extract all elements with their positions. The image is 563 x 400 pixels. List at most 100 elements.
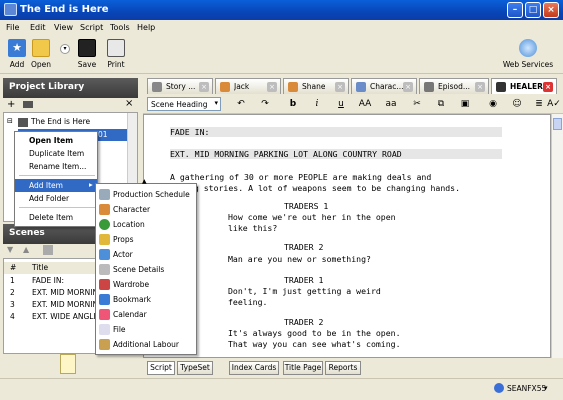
tab-episodes[interactable]: Episod... × bbox=[419, 78, 489, 94]
submenu-character[interactable]: Character bbox=[96, 202, 196, 217]
tab-title-page[interactable]: Title Page bbox=[283, 361, 323, 375]
tab-label: HEALER bbox=[510, 82, 543, 91]
col-title: Title bbox=[32, 263, 49, 272]
add-icon[interactable]: + bbox=[7, 99, 15, 110]
menu-file[interactable]: File bbox=[6, 23, 19, 32]
menu-tools[interactable]: Tools bbox=[110, 23, 130, 32]
maximize-button[interactable]: □ bbox=[525, 2, 541, 18]
move-down-icon[interactable]: ▼ bbox=[7, 245, 13, 254]
tab-healer[interactable]: HEALER × bbox=[491, 78, 557, 94]
submenu-scene-details[interactable]: Scene Details bbox=[96, 262, 196, 277]
tab-index-cards[interactable]: Index Cards bbox=[229, 361, 279, 375]
submenu-up-arrow-icon[interactable]: ▲ bbox=[142, 178, 147, 185]
submenu-production-schedule[interactable]: Production Schedule bbox=[96, 187, 196, 202]
editor-scrollbar[interactable] bbox=[551, 114, 563, 358]
transition-line: FADE IN: bbox=[170, 127, 502, 137]
scene-heading-line: EXT. MID MORNING PARKING LOT ALONG COUNT… bbox=[170, 149, 502, 159]
bold-button[interactable]: b bbox=[285, 97, 301, 111]
notes-button-icon[interactable]: ≣ bbox=[531, 97, 547, 111]
save-button[interactable]: Save bbox=[74, 39, 100, 69]
menu-duplicate-item[interactable]: Duplicate Item bbox=[15, 147, 97, 160]
tab-label: Charac... bbox=[370, 82, 404, 91]
tree-root[interactable]: ⊟ The End is Here bbox=[4, 116, 137, 128]
submenu-label: Props bbox=[113, 235, 134, 244]
element-style-select[interactable]: Scene Heading ▾ bbox=[147, 97, 221, 111]
add-label: Add bbox=[9, 60, 25, 69]
redo-button[interactable]: ↷ bbox=[257, 97, 273, 111]
submenu-bookmark[interactable]: Bookmark bbox=[96, 292, 196, 307]
tab-characters[interactable]: Charac... × bbox=[351, 78, 417, 94]
tab-typeset[interactable]: TypeSet bbox=[177, 361, 213, 375]
open-dropdown-icon[interactable]: ▾ bbox=[60, 44, 70, 54]
copy-icon[interactable]: ⧉ bbox=[433, 97, 449, 111]
submenu-additional-labour[interactable]: Additional Labour bbox=[96, 337, 196, 352]
open-button[interactable]: Open bbox=[28, 39, 54, 69]
submenu-label: Calendar bbox=[113, 310, 147, 319]
collapse-icon[interactable]: ⊟ bbox=[7, 117, 13, 125]
tab-story[interactable]: Story ... × bbox=[147, 78, 213, 94]
character-name: TRADER 1 bbox=[284, 275, 324, 285]
tab-reports[interactable]: Reports bbox=[325, 361, 361, 375]
spellcheck-icon[interactable]: A✓ bbox=[547, 97, 561, 111]
open-label: Open bbox=[30, 60, 52, 69]
menu-delete-item[interactable]: Delete Item bbox=[15, 211, 97, 224]
tab-jack[interactable]: Jack × bbox=[215, 78, 281, 94]
menu-add-folder[interactable]: Add Folder bbox=[15, 192, 97, 205]
character-name: TRADER 2 bbox=[284, 242, 324, 252]
script-editor[interactable]: FADE IN: EXT. MID MORNING PARKING LOT AL… bbox=[143, 114, 551, 358]
menu-help[interactable]: Help bbox=[137, 23, 155, 32]
tab-close-icon[interactable]: × bbox=[267, 82, 277, 92]
tree-root-label: The End is Here bbox=[31, 117, 91, 126]
folder-icon bbox=[32, 39, 50, 57]
underline-button[interactable]: u bbox=[333, 97, 349, 111]
tab-script[interactable]: Script bbox=[147, 361, 175, 375]
submenu-wardrobe[interactable]: Wardrobe bbox=[96, 277, 196, 292]
tab-shane[interactable]: Shane × bbox=[283, 78, 349, 94]
web-services-button[interactable]: Web Services bbox=[498, 39, 558, 69]
submenu-location[interactable]: Location bbox=[96, 217, 196, 232]
scrollbar-thumb[interactable] bbox=[553, 118, 562, 130]
script-icon bbox=[496, 82, 506, 92]
close-button[interactable]: × bbox=[543, 2, 559, 18]
chevron-down-icon: ▾ bbox=[214, 99, 218, 107]
user-name[interactable]: SEANFX55 bbox=[507, 384, 546, 393]
app-icon bbox=[4, 3, 17, 16]
submenu-calendar[interactable]: Calendar bbox=[96, 307, 196, 322]
lowercase-button[interactable]: aa bbox=[381, 97, 401, 111]
submenu-label: Actor bbox=[113, 250, 133, 259]
character-list-icon[interactable]: ☺ bbox=[509, 97, 525, 111]
tab-close-icon[interactable]: × bbox=[335, 82, 345, 92]
menu-edit[interactable]: Edit bbox=[30, 23, 46, 32]
paste-icon[interactable]: ▣ bbox=[457, 97, 473, 111]
menu-script[interactable]: Script bbox=[80, 23, 103, 32]
undo-button[interactable]: ↶ bbox=[233, 97, 249, 111]
uppercase-button[interactable]: AA bbox=[355, 97, 375, 111]
scene-tool-icon[interactable] bbox=[43, 245, 53, 255]
tab-close-icon[interactable]: × bbox=[403, 82, 413, 92]
menu-rename-item[interactable]: Rename Item... bbox=[15, 160, 97, 173]
move-up-icon[interactable]: ▲ bbox=[23, 245, 29, 254]
story-icon bbox=[152, 82, 162, 92]
submenu-actor[interactable]: Actor bbox=[96, 247, 196, 262]
minimize-button[interactable]: – bbox=[507, 2, 523, 18]
menu-add-item[interactable]: Add Item ▸ bbox=[15, 179, 97, 192]
tab-close-icon[interactable]: × bbox=[543, 82, 553, 92]
submenu-props[interactable]: Props bbox=[96, 232, 196, 247]
notes-icon[interactable] bbox=[60, 354, 76, 374]
menu-view[interactable]: View bbox=[54, 23, 73, 32]
scene-number: 1 bbox=[10, 276, 15, 285]
add-button[interactable]: ★ Add bbox=[4, 39, 30, 69]
action-line: ing stories. A lot of weapons seem to be… bbox=[184, 183, 461, 193]
submenu-file[interactable]: File bbox=[96, 322, 196, 337]
tab-close-icon[interactable]: × bbox=[199, 82, 209, 92]
tab-close-icon[interactable]: × bbox=[475, 82, 485, 92]
menu-open-item[interactable]: Open Item bbox=[15, 134, 97, 147]
view-icon[interactable]: ◉ bbox=[485, 97, 501, 111]
cut-icon[interactable]: ✂ bbox=[409, 97, 425, 111]
folder-add-icon[interactable] bbox=[23, 101, 33, 108]
user-dropdown-icon[interactable]: ▾ bbox=[544, 384, 548, 392]
italic-button[interactable]: i bbox=[309, 97, 325, 111]
print-button[interactable]: Print bbox=[103, 39, 129, 69]
delete-icon[interactable]: × bbox=[125, 98, 133, 109]
tab-label: Shane bbox=[302, 82, 326, 91]
